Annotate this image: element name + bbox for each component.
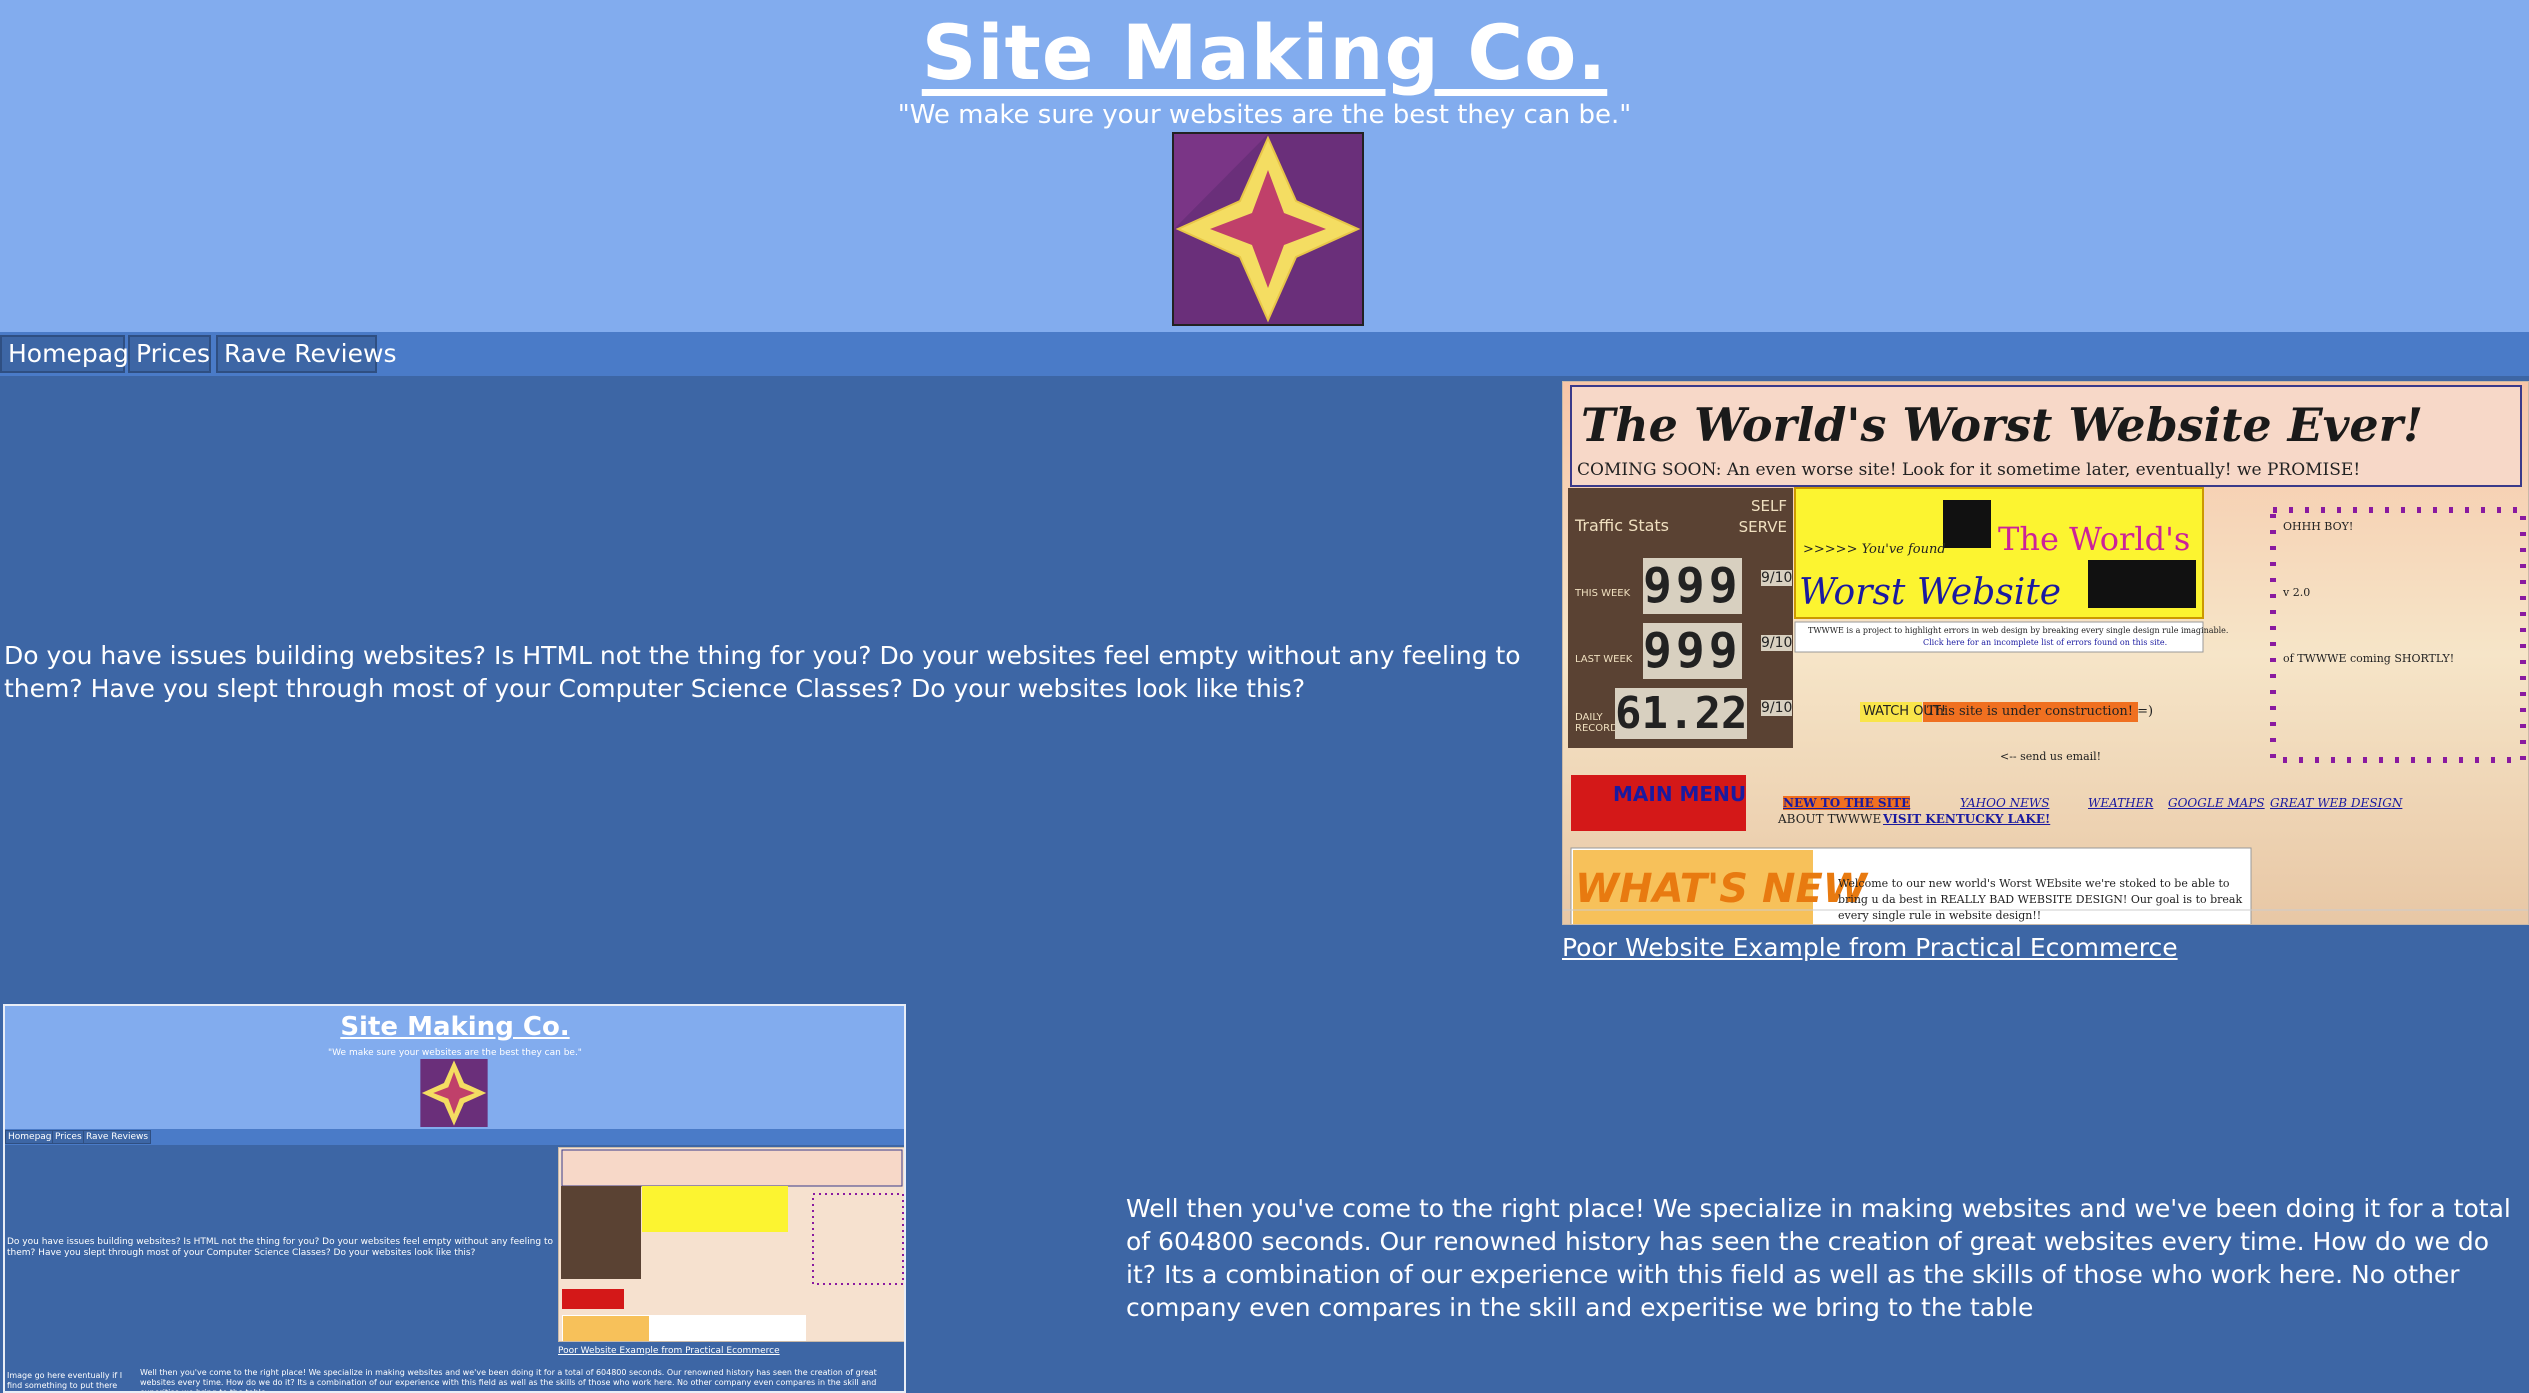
example-youve-found: >>>>> You've found xyxy=(1803,542,1946,557)
intro-paragraph: Do you have issues building websites? Is… xyxy=(4,641,1521,703)
example-banner-title: The World's Worst Website Ever! xyxy=(1581,398,2424,452)
example-last-week-label: LAST WEEK xyxy=(1575,654,1633,665)
example-daily-record-fraction: 9/10 xyxy=(1761,700,1793,716)
preview-nav-reviews: Rave Reviews xyxy=(83,1130,152,1144)
preview-example-image xyxy=(558,1147,904,1342)
nav-item-prices[interactable]: Prices xyxy=(128,335,211,373)
poor-website-example-image: The World's Worst Website Ever! COMING S… xyxy=(1562,381,2529,925)
preview-intro-text: Do you have issues building websites? Is… xyxy=(7,1237,553,1258)
example-nav-link-yahoo: YAHOO NEWS xyxy=(1960,796,2050,810)
example-nav-link-new: NEW TO THE SITE xyxy=(1783,796,1911,810)
preview-logo-icon xyxy=(420,1059,488,1127)
example-nav-link-weather: WEATHER xyxy=(2088,796,2154,810)
nav-bar: Homepage Prices Rave Reviews xyxy=(0,332,2529,376)
example-about-label: ABOUT TWWWE xyxy=(1778,812,1882,826)
preview-image-note: Image go here eventually if I find somet… xyxy=(7,1371,123,1390)
example-project-note: TWWWE is a project to highlight errors i… xyxy=(1808,626,2229,635)
example-version: v 2.0 xyxy=(2283,586,2311,599)
example-last-week-value: 999 xyxy=(1643,623,1742,679)
example-under-construction: This site is under construction! =) xyxy=(1927,704,2154,719)
example-self-serve-label: SELF SERVE xyxy=(1738,497,1787,536)
example-coming-soon: COMING SOON: An even worse site! Look fo… xyxy=(1577,460,2361,480)
example-last-week-fraction: 9/10 xyxy=(1761,635,1793,651)
example-whats-new: WHAT'S NEW xyxy=(1575,866,1867,912)
preview-example-caption: Poor Website Example from Practical Ecom… xyxy=(558,1346,780,1356)
nav-item-homepage[interactable]: Homepage xyxy=(0,335,144,373)
example-this-week-value: 999 xyxy=(1643,558,1742,614)
site-tagline: "We make sure your websites are the best… xyxy=(897,100,1632,130)
site-title: Site Making Co. xyxy=(921,8,1608,97)
example-nav-link-great: GREAT WEB DESIGN xyxy=(2270,796,2403,810)
example-this-week-fraction: 9/10 xyxy=(1761,570,1793,586)
preview-title: Site Making Co. xyxy=(340,1012,570,1042)
example-ohhh-boy: OHHH BOY! xyxy=(2283,520,2354,533)
preview-company-text: Well then you've come to the right place… xyxy=(140,1368,877,1393)
example-worst-label: Worst Website xyxy=(1799,572,2062,613)
preview-nav-prices: Prices xyxy=(52,1130,85,1144)
preview-nav-bar: Homepage Prices Rave Reviews xyxy=(5,1129,904,1145)
preview-tagline: "We make sure your websites are the best… xyxy=(328,1048,582,1058)
example-click-here: Click here for an incomplete list of err… xyxy=(1923,638,2168,647)
example-send-email: <-- send us email! xyxy=(2000,750,2102,763)
example-caption-link[interactable]: Poor Website Example from Practical Ecom… xyxy=(1562,933,2178,962)
example-daily-record-value: 61.22 xyxy=(1615,688,1748,739)
nav-item-rave-reviews[interactable]: Rave Reviews xyxy=(216,335,397,373)
example-main-menu: MAIN MENU xyxy=(1613,782,1747,806)
company-paragraph: Well then you've come to the right place… xyxy=(1126,1194,2511,1322)
page-preview-image: Site Making Co. "We make sure your websi… xyxy=(3,1004,906,1393)
site-header: Site Making Co. "We make sure your websi… xyxy=(0,0,2529,332)
example-traffic-stats-label: Traffic Stats xyxy=(1575,516,1669,535)
preview-header: Site Making Co. "We make sure your websi… xyxy=(5,1006,904,1129)
example-kentucky-link: VISIT KENTUCKY LAKE! xyxy=(1883,812,2051,826)
example-coming-shortly: of TWWWE coming SHORTLY! xyxy=(2283,652,2455,665)
example-welcome-text: Welcome to our new world's Worst WEbsite… xyxy=(1838,877,2243,922)
example-nav-link-google: GOOGLE MAPS xyxy=(2168,796,2265,810)
example-daily-record-label: DAILY RECORD xyxy=(1575,712,1618,734)
example-worlds-label: The World's xyxy=(1998,520,2191,558)
four-point-star-logo-icon xyxy=(1172,132,1364,326)
example-this-week-label: THIS WEEK xyxy=(1575,588,1631,599)
